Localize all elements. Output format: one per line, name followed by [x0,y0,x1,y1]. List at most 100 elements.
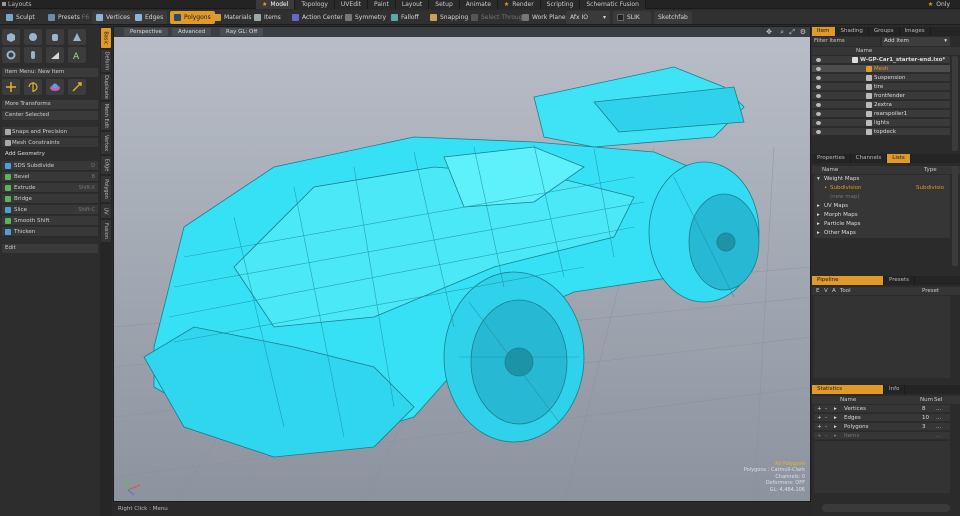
stat-row-vertices[interactable]: + - ▸ Vertices 8... [814,405,950,413]
eye-icon[interactable] [816,85,821,89]
minus-icon[interactable]: - [825,405,827,413]
stat-row-polygons[interactable]: + - ▸ Polygons 3... [814,423,950,431]
snaps-precision-button[interactable]: Snaps and Precision [2,127,98,137]
tree-row-rearspoiler1[interactable]: rearspoiler1 [812,110,950,118]
presets-button[interactable]: Presets F6 [44,11,93,24]
vtab-duplicate[interactable]: Duplicate [101,74,111,100]
vertices-mode-button[interactable]: Vertices [92,11,134,24]
eye-icon[interactable] [816,67,821,71]
tool-slice[interactable]: Slice Shift-C [2,205,98,215]
more-transforms-dropdown[interactable]: More Transforms [2,100,98,109]
tool-thicken[interactable]: Thicken [2,227,98,237]
shading-advanced-dropdown[interactable]: Advanced [172,28,212,36]
sculpt-button[interactable]: Sculpt [2,11,39,24]
tree-row-lights[interactable]: lights [812,119,950,127]
tab-statistics[interactable]: Statistics [812,385,884,394]
minus-icon[interactable]: - [825,414,827,422]
tool-extrude[interactable]: Extrude Shift-X [2,183,98,193]
tab-scripting[interactable]: Scripting [540,0,581,9]
tab-setup[interactable]: Setup [429,0,460,9]
cone-icon[interactable] [68,29,86,45]
stat-row-items[interactable]: + - ▸ Items... [814,432,950,440]
wedge-icon[interactable] [46,47,64,63]
stat-row-edges[interactable]: + - ▸ Edges 10... [814,414,950,422]
eye-icon[interactable] [816,94,821,98]
tab-lists[interactable]: Lists [887,154,911,163]
lists-scrollbar[interactable] [952,166,958,266]
tab-images[interactable]: Images [900,27,931,36]
center-selected-dropdown[interactable]: Center Selected [2,111,98,120]
tab-paint[interactable]: Paint [368,0,396,9]
tab-uvedit[interactable]: UVEdit [334,0,369,9]
edit-dropdown[interactable]: Edit [2,244,98,253]
cube-icon[interactable] [2,29,20,45]
search-icon[interactable]: ⌕ [780,28,784,37]
minus-icon[interactable]: - [825,423,827,431]
command-input[interactable] [822,504,950,512]
snapping-button[interactable]: Snapping [426,11,472,24]
item-menu-dropdown[interactable]: Item Menu: New Item [2,68,98,77]
tab-render[interactable]: ★ Render [497,0,541,9]
sphere-icon[interactable] [24,29,42,45]
eye-icon[interactable] [816,58,821,62]
perspective-dropdown[interactable]: Perspective [124,28,168,36]
tab-groups[interactable]: Groups [869,27,900,36]
add-item-dropdown[interactable]: Add Item ▾ [882,37,950,46]
maximize-icon[interactable]: ⤢ [789,28,795,37]
tab-properties[interactable]: Properties [812,154,851,163]
rotate-icon[interactable] [24,79,42,95]
navigation-icon[interactable]: ✥ [766,28,772,36]
plus-icon[interactable]: + [817,414,822,422]
tab-layout[interactable]: Layout [395,0,430,9]
slik-button[interactable]: SLIK [613,11,651,24]
list-row-weight-maps[interactable]: ▾ Weight Maps [814,175,950,184]
minus-icon[interactable]: - [825,432,827,440]
tree-row-frontfender[interactable]: frontfender [812,92,950,100]
list-row-morph-maps[interactable]: ▸ Morph Maps [814,211,950,220]
sketchfab-button[interactable]: Sketchfab [654,11,692,24]
tab-topology[interactable]: Topology [295,0,335,9]
text-icon[interactable]: A [68,47,86,63]
only-toggle[interactable]: ★ Only [928,0,950,9]
filter-items-field[interactable]: Filter Items [812,37,880,46]
layouts-menu[interactable]: Layouts [8,0,32,9]
ray-gl-toggle[interactable]: Ray GL: Off [220,28,264,36]
symmetry-button[interactable]: Symmetry [341,11,390,24]
list-row-subdivision[interactable]: • Subdivision Subdivisio [814,184,950,193]
transform-icon[interactable] [68,79,86,95]
falloff-button[interactable]: Falloff [387,11,423,24]
tool-bevel[interactable]: Bevel B [2,172,98,182]
vtab-mesh-edit[interactable]: Mesh Edit [101,102,111,130]
tree-row-tire[interactable]: tire [812,83,950,91]
scale-icon[interactable] [46,79,64,95]
action-center-button[interactable]: Action Center [288,11,347,24]
eye-icon[interactable] [816,130,821,134]
eye-icon[interactable] [816,103,821,107]
tab-presets[interactable]: Presets [884,276,916,285]
materials-mode-button[interactable]: Materials [210,11,256,24]
eye-icon[interactable] [816,76,821,80]
tree-row-topdeck[interactable]: topdeck [812,128,950,136]
tab-pipeline[interactable]: Pipeline [812,276,884,285]
tool-smooth-shift[interactable]: Smooth Shift [2,216,98,226]
tab-info[interactable]: Info [884,385,906,394]
items-scrollbar[interactable] [952,56,958,151]
pipeline-list[interactable] [814,296,950,378]
tab-animate[interactable]: Animate [459,0,498,9]
vtab-deform[interactable]: Deform [101,50,111,72]
tab-item[interactable]: Item [812,27,836,36]
plus-icon[interactable]: + [817,432,822,440]
list-row-uv-maps[interactable]: ▸ UV Maps [814,202,950,211]
torus-icon[interactable] [2,47,20,63]
vtab-uv[interactable]: UV [101,204,111,218]
vtab-edge[interactable]: Edge [101,156,111,174]
viewport-canvas[interactable] [114,27,811,502]
plus-icon[interactable]: + [817,423,822,431]
vtab-polygon[interactable]: Polygon [101,176,111,202]
plus-icon[interactable]: + [817,405,822,413]
move-icon[interactable] [2,79,20,95]
vtab-fusion[interactable]: Fusion [101,220,111,242]
tree-row-mesh[interactable]: Mesh [812,65,950,73]
tab-channels[interactable]: Channels [851,154,888,163]
tab-shading[interactable]: Shading [836,27,869,36]
